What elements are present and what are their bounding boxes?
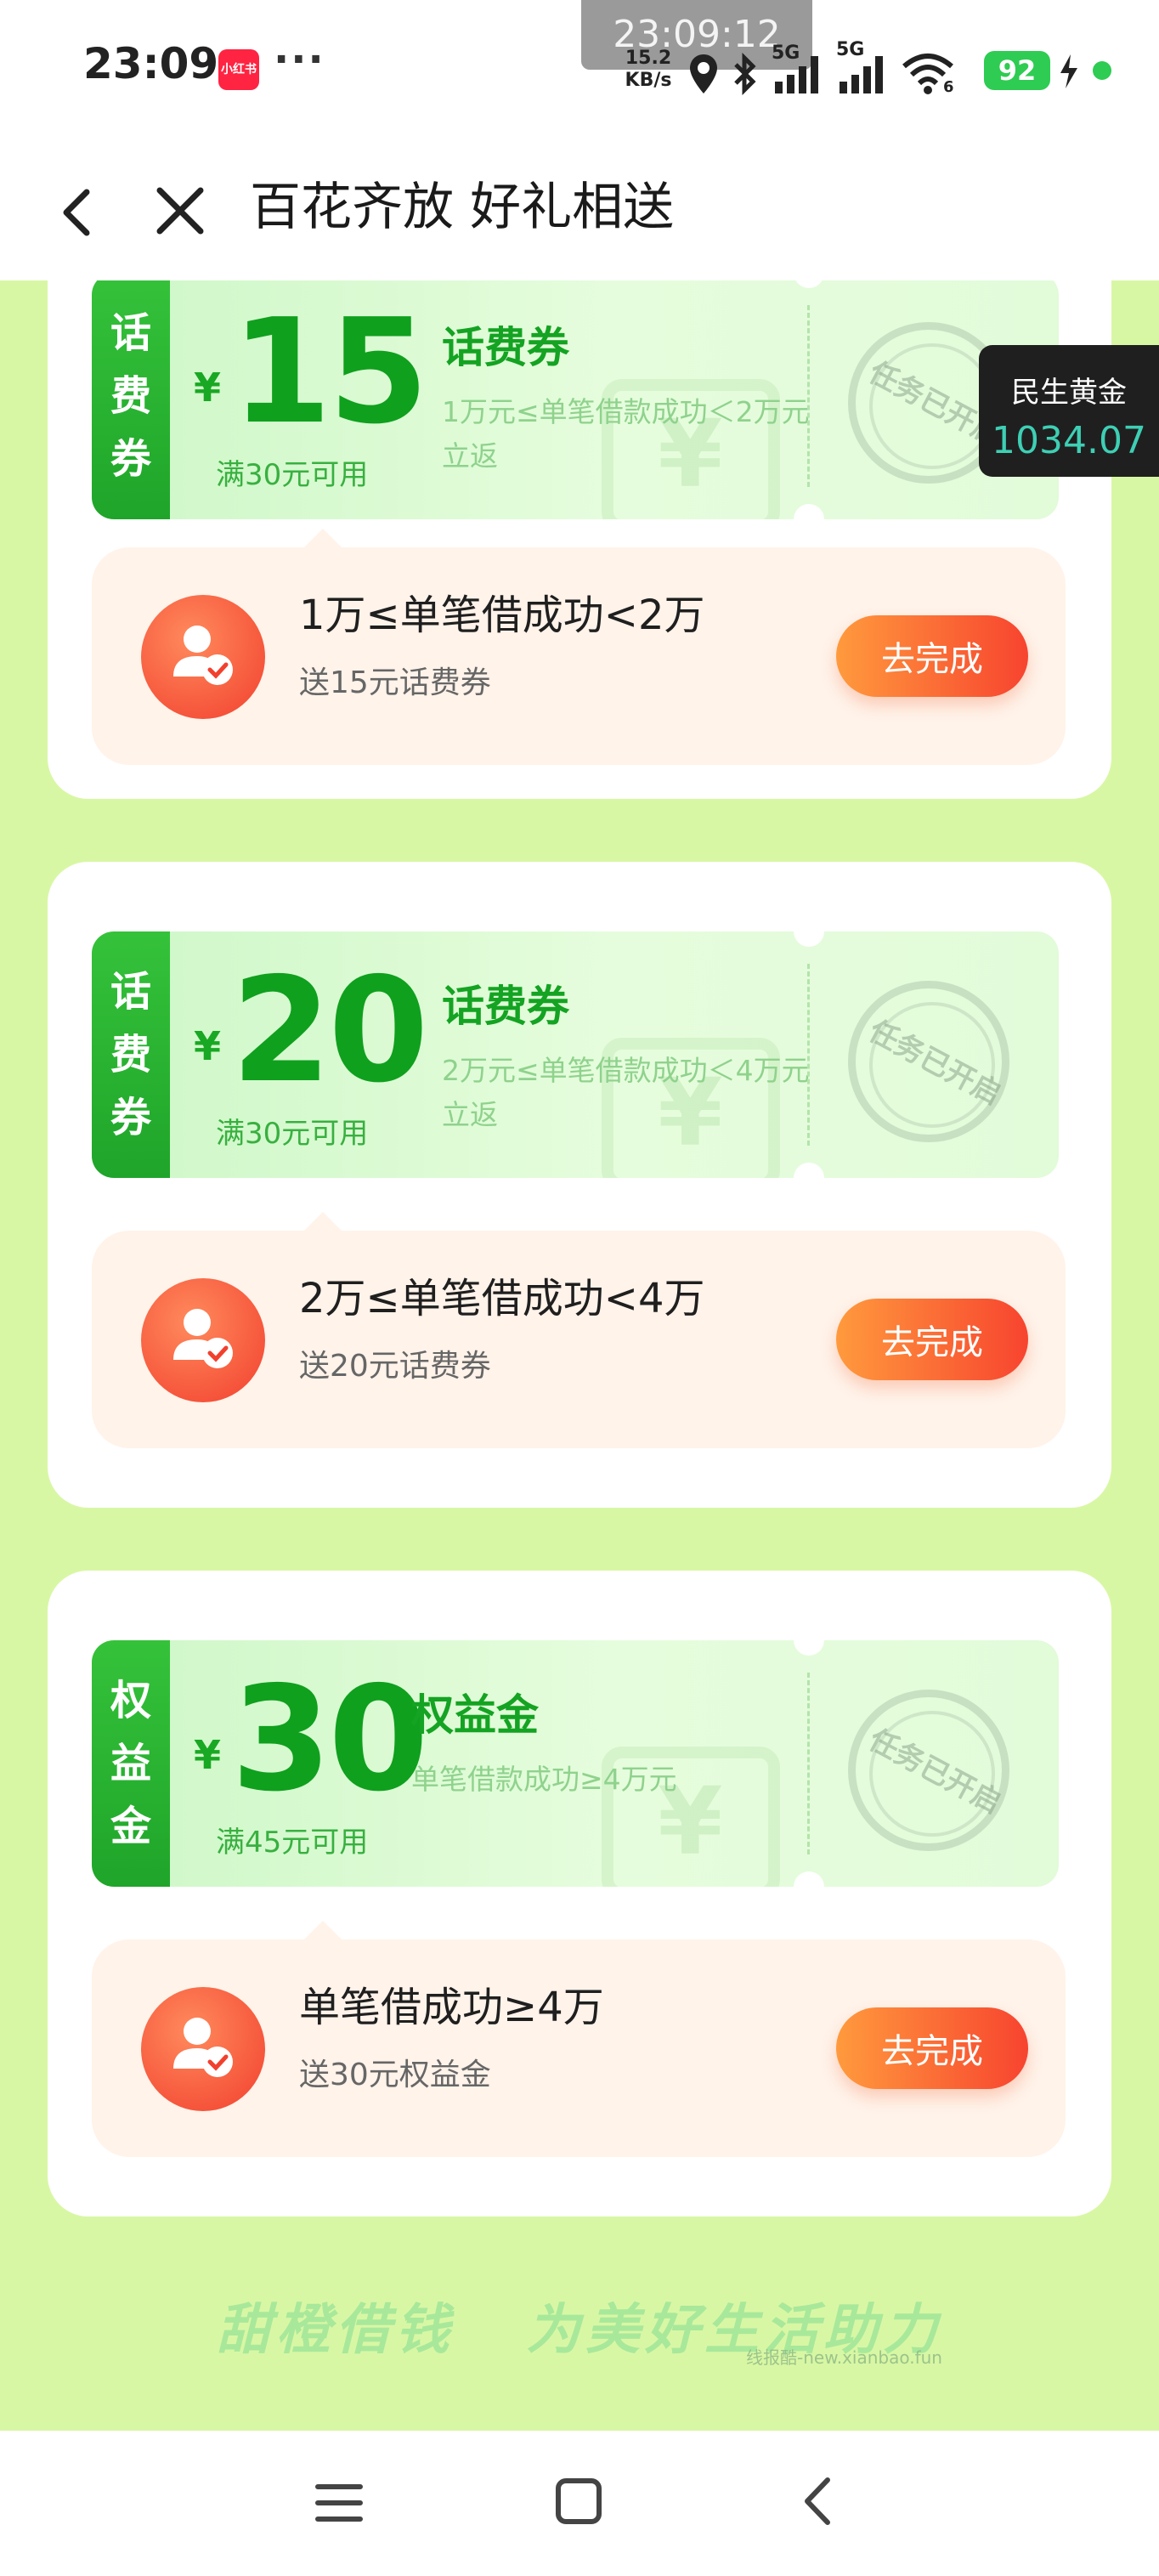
coupon-currency: ¥: [194, 1732, 222, 1778]
signal1-label: 5G: [772, 42, 800, 64]
coupon-description: 1万元≤单笔借款成功＜2万元立返: [442, 395, 810, 473]
network-speed-unit: KB/s: [625, 70, 672, 91]
coupon-1: 话 费 券 ¥ 15 满30元可用 话费券 1万元≤单笔借款成功＜2万元立返 任…: [92, 280, 1059, 535]
coupon-type-tab: 话 费 券: [92, 280, 170, 519]
more-notifications-icon: ···: [274, 36, 325, 83]
reward-card-1: 话 费 券 ¥ 15 满30元可用 话费券 1万元≤单笔借款成功＜2万元立返 任…: [48, 280, 1111, 799]
slogan-part-1: 甜橙借钱: [216, 2299, 455, 2362]
gold-widget-value: 1034.07: [992, 419, 1146, 462]
menu-icon[interactable]: [311, 2475, 367, 2531]
go-complete-button[interactable]: 去完成: [836, 615, 1028, 697]
page-content[interactable]: 话 费 券 ¥ 15 满30元可用 话费券 1万元≤单笔借款成功＜2万元立返 任…: [0, 280, 1159, 2431]
reward-card-3: 权 益 金 ¥ 30 满45元可用 权益金 单笔借款成功≥4万元 任务已开启: [48, 1571, 1111, 2216]
go-complete-button[interactable]: 去完成: [836, 1299, 1028, 1380]
coupon-condition: 满45元可用: [216, 1826, 369, 1860]
signal-5g-2-icon: 5G: [836, 39, 889, 95]
system-nav-bar: [0, 2431, 1159, 2576]
status-icons: 5G 5G 6: [688, 39, 955, 96]
coupon-description: 单笔借款成功≥4万元: [411, 1763, 677, 1796]
nav-bar: 百花齐放 好礼相送: [0, 144, 1159, 280]
coupon-description: 2万元≤单笔借款成功＜4万元立返: [442, 1054, 810, 1131]
user-check-icon: [141, 1987, 265, 2111]
coupon-name: 话费券: [442, 982, 569, 1031]
coupon-amount: 15: [231, 288, 429, 456]
coupon-2: 话 费 券 ¥ 20 满30元可用 话费券 2万元≤单笔借款成功＜4万元立返 任…: [92, 916, 1059, 1193]
site-watermark: 线报酷-new.xianbao.fun: [746, 2347, 942, 2368]
task-started-stamp-icon: 任务已开启: [848, 981, 1009, 1142]
page-title: 百花齐放 好礼相送: [250, 178, 675, 237]
coupon-name: 话费券: [442, 323, 569, 372]
task-row-3: 单笔借成功≥4万 送30元权益金 去完成: [92, 1921, 1066, 2157]
task-subtitle: 送30元权益金: [299, 2058, 491, 2092]
task-subtitle: 送15元话费券: [299, 665, 491, 700]
coupon-condition: 满30元可用: [216, 1117, 369, 1151]
minsheng-gold-widget[interactable]: 民生黄金 1034.07: [979, 345, 1159, 477]
back-arrow-icon[interactable]: [44, 178, 112, 246]
coupon-currency: ¥: [194, 365, 222, 410]
battery-indicator: 92: [984, 51, 1050, 90]
privacy-dot-icon: [1093, 61, 1111, 80]
coupon-name: 权益金: [411, 1690, 539, 1740]
network-speed-value: 15.2: [625, 48, 672, 69]
user-check-icon: [141, 1278, 265, 1402]
task-row-2: 2万≤单笔借成功<4万 送20元话费券 去完成: [92, 1212, 1066, 1448]
charging-icon: [1060, 54, 1077, 88]
coupon-amount: 30: [231, 1656, 429, 1824]
user-check-icon: [141, 595, 265, 719]
back-icon[interactable]: [792, 2473, 848, 2529]
status-time: 23:09: [83, 39, 219, 88]
status-bar: 23:09 小红书 ··· 23:09:12 15.2 KB/s 5G 5G 6…: [0, 0, 1159, 144]
reward-card-2: 话 费 券 ¥ 20 满30元可用 话费券 2万元≤单笔借款成功＜4万元立返 任…: [48, 862, 1111, 1508]
task-title: 2万≤单笔借成功<4万: [299, 1275, 705, 1322]
coupon-condition: 满30元可用: [216, 458, 369, 492]
coupon-type-tab: 话 费 券: [92, 931, 170, 1178]
location-icon: [690, 54, 717, 93]
task-started-stamp-icon: 任务已开启: [848, 1690, 1009, 1851]
signal-5g-1-icon: 5G: [772, 42, 824, 95]
signal2-label: 5G: [836, 39, 865, 60]
coupon-3: 权 益 金 ¥ 30 满45元可用 权益金 单笔借款成功≥4万元 任务已开启: [92, 1625, 1059, 1902]
close-icon[interactable]: [146, 177, 214, 245]
coupon-type-tab: 权 益 金: [92, 1640, 170, 1887]
gold-widget-title: 民生黄金: [1011, 376, 1127, 410]
coupon-amount: 20: [231, 947, 429, 1115]
wifi-label: 6: [943, 78, 954, 96]
task-row-1: 1万≤单笔借成功<2万 送15元话费券 去完成: [92, 529, 1066, 765]
go-complete-button[interactable]: 去完成: [836, 2007, 1028, 2089]
task-title: 1万≤单笔借成功<2万: [299, 592, 705, 639]
coupon-currency: ¥: [194, 1023, 222, 1069]
network-speed: 15.2 KB/s: [617, 48, 680, 92]
task-title: 单笔借成功≥4万: [299, 1984, 604, 2031]
wifi-icon: 6: [901, 51, 955, 96]
bluetooth-icon: [734, 53, 756, 95]
xiaohongshu-app-icon: 小红书: [218, 49, 259, 90]
home-square-icon[interactable]: [551, 2473, 607, 2529]
brand-slogan: 甜橙借钱 为美好生活助力: [0, 2286, 1159, 2364]
task-subtitle: 送20元话费券: [299, 1349, 491, 1384]
